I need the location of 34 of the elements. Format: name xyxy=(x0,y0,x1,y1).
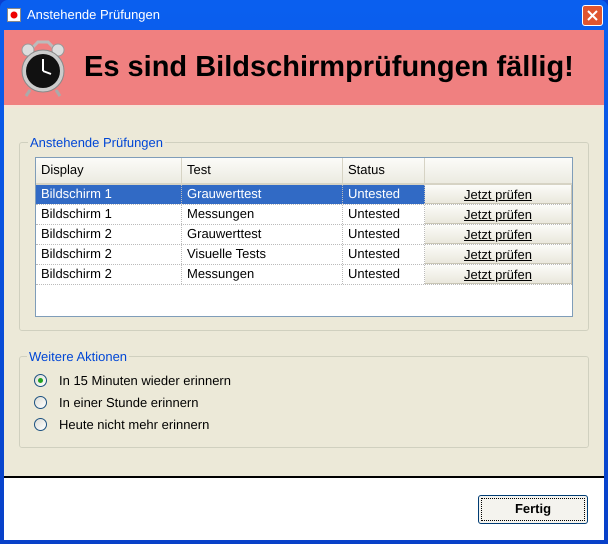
table-cell: Grauwerttest xyxy=(182,184,343,204)
check-now-button[interactable]: Jetzt prüfen xyxy=(425,204,572,224)
group-title: Weitere Aktionen xyxy=(28,348,128,366)
table-cell: Messungen xyxy=(182,264,343,284)
table-cell: Bildschirm 2 xyxy=(36,264,182,284)
table-cell: Untested xyxy=(343,184,425,204)
table-cell: Bildschirm 2 xyxy=(36,244,182,264)
close-icon xyxy=(587,10,598,20)
table-cell: Visuelle Tests xyxy=(182,244,343,264)
radio-label[interactable]: In 15 Minuten wieder erinnern xyxy=(59,370,231,390)
table-cell: Bildschirm 1 xyxy=(36,204,182,224)
window-title: Anstehende Prüfungen xyxy=(27,6,160,24)
radio-button[interactable] xyxy=(34,374,47,387)
alert-headline: Es sind Bildschirmprüfungen fällig! xyxy=(84,50,574,85)
table-cell: Grauwerttest xyxy=(182,224,343,244)
check-now-button[interactable]: Jetzt prüfen xyxy=(425,244,572,264)
column-header[interactable]: Test xyxy=(182,158,343,184)
column-header[interactable]: Display xyxy=(36,158,182,184)
app-icon xyxy=(7,8,21,22)
column-header[interactable]: Status xyxy=(343,158,425,184)
close-button[interactable] xyxy=(582,4,603,26)
check-now-button[interactable]: Jetzt prüfen xyxy=(425,224,572,244)
done-button[interactable]: Fertig xyxy=(478,494,588,524)
table-cell: Bildschirm 2 xyxy=(36,224,182,244)
radio-label[interactable]: Heute nicht mehr erinnern xyxy=(59,414,210,434)
table-cell: Messungen xyxy=(182,204,343,224)
check-now-button[interactable]: Jetzt prüfen xyxy=(425,184,572,204)
radio-label[interactable]: In einer Stunde erinnern xyxy=(59,392,198,412)
group-title: Anstehende Prüfungen xyxy=(29,134,164,152)
alarm-clock-icon xyxy=(20,38,66,98)
table-cell: Bildschirm 1 xyxy=(36,184,182,204)
radio-button[interactable] xyxy=(34,418,47,431)
check-now-button[interactable]: Jetzt prüfen xyxy=(425,264,572,284)
radio-button[interactable] xyxy=(34,396,47,409)
